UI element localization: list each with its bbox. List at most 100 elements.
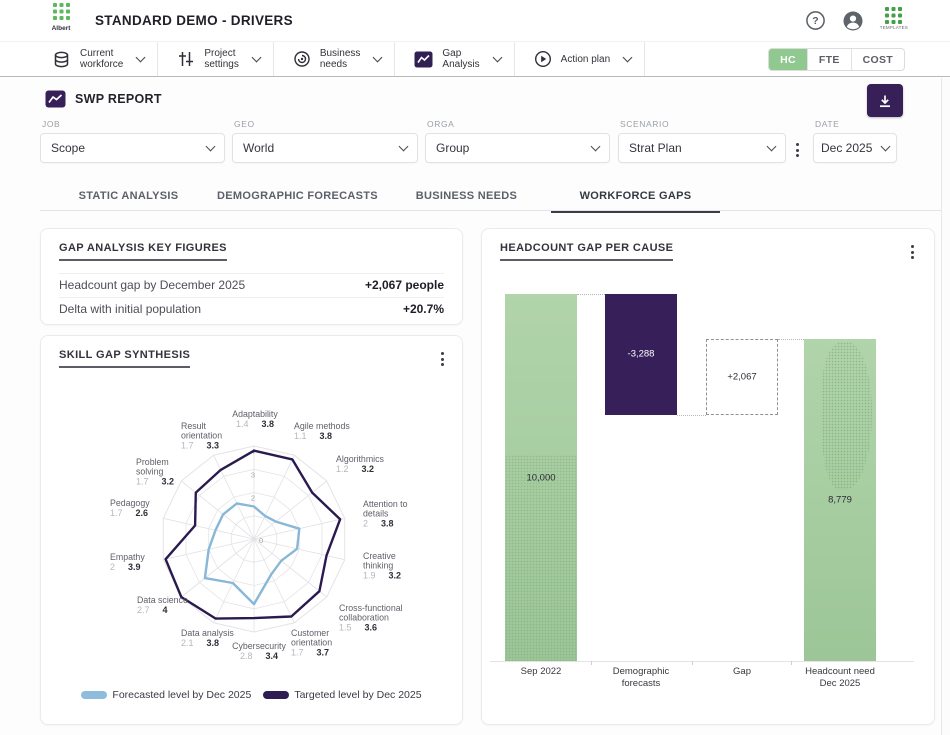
radar-axis-values: 1.73.2 — [136, 477, 174, 487]
filter-select-date[interactable]: Dec 2025 — [813, 133, 897, 163]
waterfall-axis-tick — [791, 661, 792, 665]
filter-select-scenario[interactable]: Strat Plan — [618, 133, 786, 163]
report-header: SWP REPORT — [45, 90, 162, 108]
toggle-cost[interactable]: COST — [851, 49, 904, 70]
radar-legend: Forecasted level by Dec 2025 Targeted le… — [41, 689, 462, 701]
bar-texture — [505, 455, 577, 661]
download-icon — [877, 93, 893, 109]
waterfall-connector — [778, 339, 804, 340]
scenario-more-button[interactable] — [789, 139, 805, 161]
radar-axis-label: Pedagogy — [110, 498, 150, 508]
bar-value-label: -3,288 — [605, 349, 677, 360]
radar-ring-label: 2 — [251, 494, 255, 503]
tab-static-analysis[interactable]: STATIC ANALYSIS — [44, 183, 213, 213]
chevron-down-icon — [399, 142, 409, 152]
unit-toggle: HC FTE COST — [768, 48, 905, 71]
filter-value: Dec 2025 — [821, 141, 872, 155]
report-main: SWP REPORT JOB Scope GEO World ORGA — [0, 78, 950, 735]
help-button[interactable]: ? — [805, 10, 826, 31]
headcount-gap-waterfall-chart: 10,000Sep 2022-3,288Demographicforecasts… — [482, 229, 934, 724]
card-title: SKILL GAP SYNTHESIS — [59, 349, 190, 368]
tab-workforce-gaps[interactable]: WORKFORCE GAPS — [551, 183, 720, 213]
radar-axis-label: Customer — [291, 628, 329, 638]
chevron-down-icon — [206, 142, 216, 152]
waterfall-axis — [490, 661, 914, 662]
bar-value-label: +2,067 — [707, 371, 777, 382]
nav-label-line: Action plan — [561, 54, 610, 65]
radar-axis-values: 1.53.6 — [339, 623, 377, 633]
waterfall-bar: +2,067 — [706, 339, 778, 415]
nav-item-project-settings[interactable]: Projectsettings — [158, 42, 273, 76]
toggle-fte[interactable]: FTE — [807, 49, 851, 70]
waterfall-axis-tick — [591, 661, 592, 665]
report-chart-icon — [45, 90, 66, 108]
download-button[interactable] — [867, 84, 903, 117]
help-icon: ? — [805, 10, 826, 31]
database-icon — [52, 50, 71, 69]
sliders-icon — [177, 50, 195, 68]
radar-axis-label: Adaptability — [232, 409, 278, 419]
nav-item-current-workforce[interactable]: Currentworkforce — [33, 42, 158, 76]
account-button[interactable] — [842, 10, 864, 32]
nav-item-action-plan[interactable]: Action plan — [515, 42, 645, 76]
toggle-hc[interactable]: HC — [769, 49, 807, 70]
target-swatch — [263, 691, 289, 699]
filter-geo: GEO World — [232, 119, 418, 163]
filter-label: ORGA — [427, 119, 610, 129]
nav-item-gap-analysis[interactable]: GapAnalysis — [395, 42, 514, 76]
waterfall-bar: 8,779 — [804, 339, 876, 661]
scrollbar[interactable] — [941, 78, 950, 735]
radar-axis-label: Result — [181, 421, 206, 431]
filter-scenario: SCENARIO Strat Plan — [618, 119, 786, 163]
chevron-down-icon — [373, 52, 383, 62]
templates-button[interactable]: TEMPLATES — [880, 7, 908, 30]
nav-label-line: workforce — [80, 59, 123, 70]
module-navbar: Currentworkforce Projectsettings Busines… — [0, 42, 950, 77]
svg-text:?: ? — [812, 15, 818, 27]
filter-job: JOB Scope — [40, 119, 225, 163]
card-more-button[interactable] — [434, 348, 450, 370]
page-title: STANDARD DEMO - DRIVERS — [95, 13, 293, 28]
tab-business-needs[interactable]: BUSINESS NEEDS — [382, 183, 551, 213]
app-logo[interactable]: Albert — [44, 3, 78, 39]
table-row: Delta with initial population +20.7% — [59, 297, 444, 321]
radar-axis-label: Data analysis — [181, 628, 234, 638]
row-value: +2,067 people — [365, 278, 444, 292]
radar-axis-values: 2.74 — [137, 605, 168, 615]
radar-axis-values: 1.72.6 — [110, 508, 148, 518]
radar-axis-label: Attention to — [363, 499, 408, 509]
waterfall-connector — [677, 415, 706, 416]
nav-label-line: Project — [204, 48, 238, 59]
logo-text: Albert — [44, 25, 78, 32]
play-icon — [534, 50, 552, 68]
legend-label: Forecasted level by Dec 2025 — [112, 689, 251, 701]
row-value: +20.7% — [403, 302, 444, 316]
chevron-down-icon — [767, 142, 777, 152]
radar-axis-label: Creative — [363, 551, 396, 561]
radar-axis-values: 1.23.2 — [336, 464, 374, 474]
bar-value-label: 8,779 — [804, 494, 876, 505]
filter-value: Scope — [51, 141, 85, 155]
gap-analysis-key-figures-card: GAP ANALYSIS KEY FIGURES Headcount gap b… — [40, 228, 463, 325]
tab-demographic-forecasts[interactable]: DEMOGRAPHIC FORECASTS — [213, 183, 382, 213]
card-title: GAP ANALYSIS KEY FIGURES — [59, 242, 227, 261]
nav-label-line: Business — [320, 48, 361, 59]
templates-grid-icon — [885, 7, 902, 24]
filter-select-orga[interactable]: Group — [425, 133, 610, 163]
radar-axis-label: orientation — [181, 431, 222, 441]
key-figures-table: Headcount gap by December 2025 +2,067 pe… — [59, 273, 444, 321]
radar-axis-label: Problem — [136, 457, 169, 467]
filter-select-job[interactable]: Scope — [40, 133, 225, 163]
app-window: Albert STANDARD DEMO - DRIVERS ? — [0, 0, 950, 735]
target-icon — [293, 50, 311, 68]
waterfall-bar: 10,000 — [505, 294, 577, 661]
radar-axis-label: details — [363, 509, 389, 519]
legend-item-forecast: Forecasted level by Dec 2025 — [81, 689, 251, 701]
waterfall-category-label: Headcount needDec 2025 — [780, 666, 900, 689]
nav-item-business-needs[interactable]: Businessneeds — [274, 42, 396, 76]
row-label: Delta with initial population — [59, 302, 201, 316]
radar-axis-label: Cybersecurity — [232, 641, 286, 651]
filter-select-geo[interactable]: World — [232, 133, 418, 163]
radar-axis-label: thinking — [363, 561, 393, 571]
radar-axis-label: Cross-functional — [339, 603, 403, 613]
